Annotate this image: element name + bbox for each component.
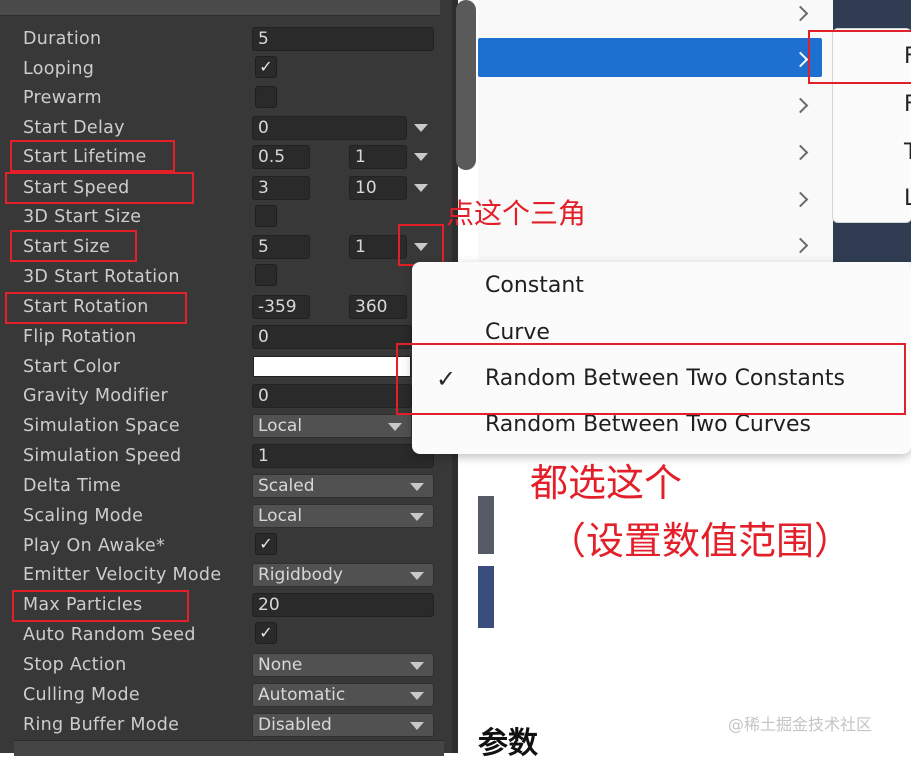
label-looping: Looping (23, 59, 95, 79)
scaling-mode-dropdown[interactable]: Local (252, 504, 434, 528)
gravity-modifier-field[interactable]: 0 (252, 384, 412, 408)
label-emitter-velocity-mode: Emitter Velocity Mode (23, 565, 222, 585)
label-prewarm: Prewarm (23, 88, 102, 108)
simulation-speed-field[interactable]: 1 (252, 444, 434, 468)
label-start-color: Start Color (23, 357, 121, 377)
watermark: @稀土掘金技术社区 (728, 715, 873, 734)
highlight-submenu-item (808, 30, 911, 84)
label-3d-start-rotation: 3D Start Rotation (23, 267, 180, 287)
label-simulation-speed: Simulation Speed (23, 446, 182, 466)
module-header[interactable] (0, 0, 440, 16)
start-delay-field[interactable]: 0 (252, 116, 407, 140)
label-duration: Duration (23, 29, 102, 49)
start-lifetime-max-field[interactable]: 1 (349, 145, 407, 169)
label-start-delay: Start Delay (23, 118, 125, 138)
looping-checkbox[interactable]: ✓ (255, 56, 277, 78)
label-gravity-modifier: Gravity Modifier (23, 386, 169, 406)
simulation-space-dropdown[interactable]: Local (252, 414, 412, 438)
highlight-triangle (398, 224, 444, 266)
start-size-min-field[interactable]: 5 (252, 235, 310, 259)
auto-random-seed-checkbox[interactable]: ✓ (255, 622, 277, 644)
start-lifetime-dropdown-triangle-icon[interactable] (414, 153, 428, 161)
context-menu-selected-item[interactable] (478, 38, 822, 77)
popup-item-curve[interactable]: Curve (485, 320, 550, 345)
emitter-velocity-mode-dropdown[interactable]: Rigidbody (252, 563, 434, 587)
highlight-max-particles (12, 590, 189, 622)
label-play-on-awake: Play On Awake* (23, 536, 166, 556)
stop-action-dropdown[interactable]: None (252, 653, 434, 677)
start-rotation-max-field[interactable]: 360 (349, 295, 407, 319)
annotation-click-triangle: 点这个三角 (446, 197, 587, 230)
image-fragment (478, 566, 494, 628)
annotation-choose-this: 都选这个 (530, 461, 683, 505)
start-speed-dropdown-triangle-icon[interactable] (414, 184, 428, 192)
start-speed-min-field[interactable]: 3 (252, 176, 310, 200)
label-delta-time: Delta Time (23, 476, 122, 496)
label-culling-mode: Culling Mode (23, 685, 140, 705)
duration-field[interactable]: 5 (252, 27, 434, 51)
label-simulation-space: Simulation Space (23, 416, 180, 436)
highlight-start-speed (5, 172, 194, 204)
start-rotation-min-field[interactable]: -359 (252, 295, 310, 319)
highlight-start-rotation (5, 292, 187, 324)
ring-buffer-mode-dropdown[interactable]: Disabled (252, 713, 434, 737)
culling-mode-dropdown[interactable]: Automatic (252, 683, 434, 707)
flip-rotation-field[interactable]: 0 (252, 325, 412, 349)
max-particles-field[interactable]: 20 (252, 593, 434, 617)
label-ring-buffer-mode: Ring Buffer Mode (23, 715, 180, 735)
emission-module-header[interactable] (14, 740, 444, 756)
article-heading-fragment: 参数 (478, 726, 538, 761)
popup-item-constant[interactable]: Constant (485, 273, 584, 298)
play-on-awake-checkbox[interactable]: ✓ (255, 533, 277, 555)
label-3d-start-size: 3D Start Size (23, 207, 142, 227)
label-flip-rotation: Flip Rotation (23, 327, 137, 347)
label-stop-action: Stop Action (23, 655, 127, 675)
label-scaling-mode: Scaling Mode (23, 506, 144, 526)
image-fragment (478, 496, 494, 554)
delta-time-dropdown[interactable]: Scaled (252, 474, 434, 498)
prewarm-checkbox[interactable] (255, 86, 277, 108)
3d-start-rotation-checkbox[interactable] (255, 264, 277, 286)
start-lifetime-min-field[interactable]: 0.5 (252, 145, 310, 169)
highlight-start-lifetime (10, 140, 175, 172)
submenu-item[interactable]: F (904, 92, 911, 117)
label-auto-random-seed: Auto Random Seed (23, 625, 196, 645)
popup-item-random-two-curves[interactable]: Random Between Two Curves (485, 412, 811, 437)
highlight-random-two-constants (396, 343, 906, 415)
annotation-set-range: （设置数值范围） (548, 519, 853, 563)
submenu-item[interactable]: L (904, 186, 911, 211)
highlight-start-size (10, 230, 137, 262)
start-delay-dropdown-triangle-icon[interactable] (414, 124, 428, 132)
submenu-item[interactable]: T (904, 140, 911, 165)
3d-start-size-checkbox[interactable] (255, 205, 277, 227)
start-color-swatch[interactable] (253, 356, 411, 377)
start-speed-max-field[interactable]: 10 (349, 176, 407, 200)
scrollbar-thumb[interactable] (456, 0, 476, 170)
